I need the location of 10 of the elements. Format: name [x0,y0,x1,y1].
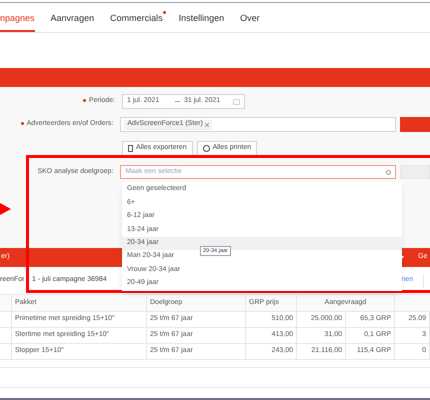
nav-tab[interactable]: Instellingen [178,8,224,32]
close-icon[interactable] [204,122,209,126]
calendar-icon [233,98,240,104]
globe-icon [202,145,210,152]
nav-tab[interactable]: npagnes [0,8,35,32]
nav-tab[interactable]: Commercials [110,8,163,32]
document-icon [128,145,133,152]
search-icon [386,170,392,174]
nav-tab[interactable]: Over [240,8,260,32]
nav-tab[interactable]: Aanvragen [50,8,94,32]
